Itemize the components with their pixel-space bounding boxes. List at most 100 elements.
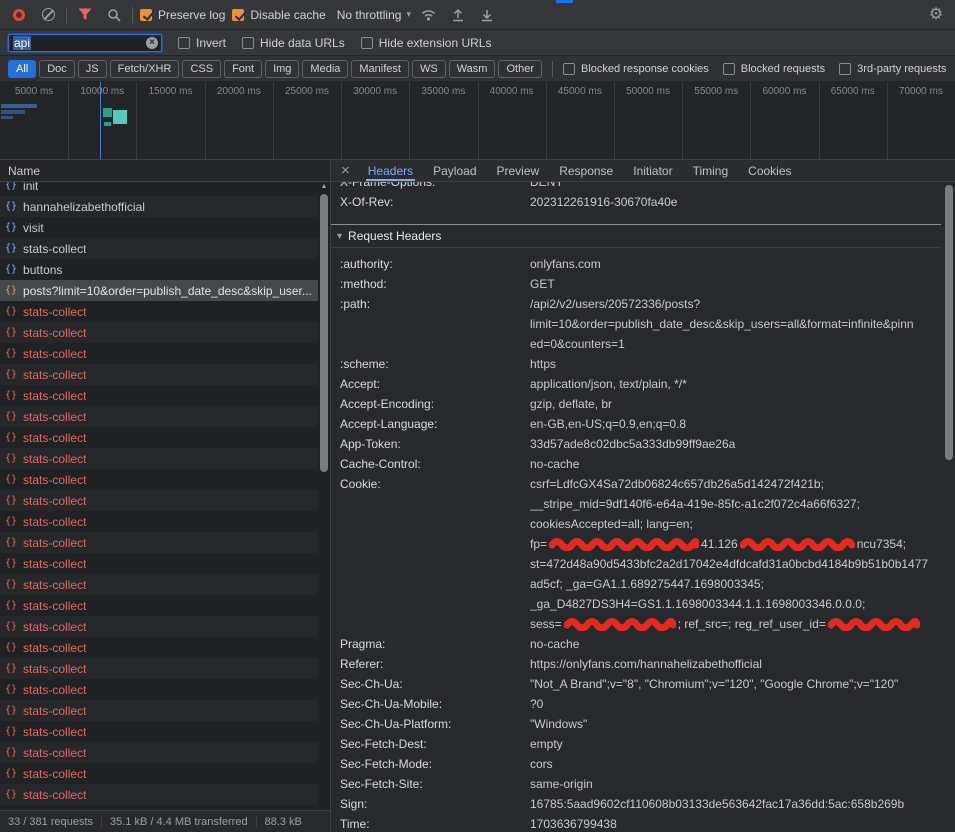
request-row[interactable]: {}hannahelizabethofficial (0, 196, 318, 217)
request-row[interactable]: {}stats-collect (0, 469, 318, 490)
request-row[interactable]: {}stats-collect (0, 238, 318, 259)
request-list-scrollbar[interactable]: ▲ (318, 182, 330, 810)
record-button[interactable] (8, 5, 30, 25)
header-name: Sec-Fetch-Dest: (340, 734, 530, 754)
filter-checkbox-blocked-response-cookies[interactable]: Blocked response cookies (563, 63, 709, 75)
tab-response[interactable]: Response (549, 160, 623, 181)
clear-filter-icon[interactable]: × (146, 37, 158, 49)
scrollbar-thumb[interactable] (945, 185, 953, 460)
header-name: Time: (340, 814, 530, 832)
request-row[interactable]: {}visit (0, 217, 318, 238)
checkbox-icon (242, 37, 254, 49)
filter-input[interactable]: api × (8, 34, 162, 52)
request-row[interactable]: {}stats-collect (0, 364, 318, 385)
request-row[interactable]: {}stats-collect (0, 784, 318, 805)
request-type-icon: {} (5, 453, 17, 464)
type-filter-chip-doc[interactable]: Doc (39, 60, 75, 78)
request-row[interactable]: {}stats-collect (0, 490, 318, 511)
name-column-header[interactable]: Name (0, 160, 330, 182)
clear-button[interactable] (37, 5, 59, 25)
request-row[interactable]: {}stats-collect (0, 700, 318, 721)
network-conditions-button[interactable] (418, 5, 440, 25)
throttling-select[interactable]: No throttling ▾ (337, 8, 411, 22)
request-row[interactable]: {}stats-collect (0, 553, 318, 574)
request-row[interactable]: {}stats-collect (0, 301, 318, 322)
header-value-text: _ga_D4827DS3H4=GS1.1.1698003344.1.1.1698… (530, 597, 865, 611)
type-filter-chip-other[interactable]: Other (498, 60, 542, 78)
request-row[interactable]: {}stats-collect (0, 343, 318, 364)
request-row[interactable]: {}stats-collect (0, 406, 318, 427)
request-row[interactable]: {}stats-collect (0, 532, 318, 553)
tab-strip: HeadersPayloadPreviewResponseInitiatorTi… (358, 160, 802, 181)
close-details-button[interactable]: × (333, 162, 358, 179)
type-filter-chip-all[interactable]: All (8, 60, 36, 78)
request-row[interactable]: {}stats-collect (0, 763, 318, 784)
filter-checkbox-blocked-requests[interactable]: Blocked requests (723, 63, 825, 75)
request-row[interactable]: {}stats-collect (0, 637, 318, 658)
request-name: stats-collect (23, 473, 86, 487)
checkbox-checked-icon (140, 9, 152, 21)
header-value-text: application/json, text/plain, */* (530, 377, 687, 391)
type-filter-chip-fetch-xhr[interactable]: Fetch/XHR (110, 60, 180, 78)
type-filter-chip-font[interactable]: Font (224, 60, 262, 78)
type-filter-chip-manifest[interactable]: Manifest (351, 60, 409, 78)
header-value-line: "Windows" (530, 714, 941, 734)
request-row[interactable]: {}stats-collect (0, 322, 318, 343)
tab-preview[interactable]: Preview (487, 160, 550, 181)
tab-initiator[interactable]: Initiator (623, 160, 682, 181)
type-filter-chip-img[interactable]: Img (265, 60, 299, 78)
request-row[interactable]: {}stats-collect (0, 595, 318, 616)
request-row[interactable]: {}stats-collect (0, 511, 318, 532)
hide-extension-urls-checkbox[interactable]: Hide extension URLs (361, 36, 492, 50)
header-row: Time:1703636799438 (331, 814, 941, 832)
request-row[interactable]: {}posts?limit=10&order=publish_date_desc… (0, 280, 318, 301)
scrollbar-thumb[interactable] (320, 194, 328, 472)
request-row[interactable]: {}stats-collect (0, 658, 318, 679)
request-row[interactable]: {}stats-collect (0, 721, 318, 742)
type-filter-chip-media[interactable]: Media (302, 60, 348, 78)
disable-cache-checkbox[interactable]: Disable cache (232, 8, 325, 22)
request-row[interactable]: {}init (0, 182, 318, 196)
timeline-overview[interactable]: 5000 ms10000 ms15000 ms20000 ms25000 ms3… (0, 82, 955, 160)
filter-checkbox-3rd-party-requests[interactable]: 3rd-party requests (839, 63, 946, 75)
header-value-text: ?0 (530, 697, 543, 711)
type-filter-chip-wasm[interactable]: Wasm (449, 60, 496, 78)
details-tabbar: × HeadersPayloadPreviewResponseInitiator… (331, 160, 955, 182)
hide-data-urls-checkbox[interactable]: Hide data URLs (242, 36, 345, 50)
record-icon (13, 9, 25, 21)
details-scrollbar[interactable] (943, 182, 955, 832)
request-row[interactable]: {}stats-collect (0, 679, 318, 700)
header-value-line: sess=; ref_src=; reg_ref_user_id= (530, 614, 941, 634)
tab-headers[interactable]: Headers (358, 160, 423, 181)
header-value-line: 33d57ade8c02dbc5a333db99ff9ae26a (530, 434, 941, 454)
request-name: stats-collect (23, 326, 86, 340)
header-value-line: empty (530, 734, 941, 754)
tab-cookies[interactable]: Cookies (738, 160, 801, 181)
request-row[interactable]: {}stats-collect (0, 616, 318, 637)
filter-toggle-button[interactable] (74, 5, 96, 25)
tab-payload[interactable]: Payload (423, 160, 486, 181)
import-har-button[interactable] (447, 5, 469, 25)
settings-button[interactable]: ⚙ (925, 5, 947, 25)
search-button[interactable] (103, 5, 125, 25)
header-value-text: sess= (530, 617, 562, 631)
request-row[interactable]: {}stats-collect (0, 742, 318, 763)
type-filter-chip-css[interactable]: CSS (182, 60, 221, 78)
invert-checkbox[interactable]: Invert (178, 36, 226, 50)
request-row[interactable]: {}stats-collect (0, 448, 318, 469)
disable-cache-label: Disable cache (250, 8, 325, 22)
header-name: Sec-Ch-Ua: (340, 674, 530, 694)
tab-timing[interactable]: Timing (683, 160, 739, 181)
timeline-activity-bar (104, 122, 111, 126)
request-row[interactable]: {}stats-collect (0, 385, 318, 406)
request-row[interactable]: {}stats-collect (0, 574, 318, 595)
request-row[interactable]: {}stats-collect (0, 427, 318, 448)
focus-indicator (556, 0, 573, 3)
type-filter-chip-js[interactable]: JS (78, 60, 107, 78)
request-row[interactable]: {}buttons (0, 259, 318, 280)
export-har-button[interactable] (476, 5, 498, 25)
type-filter-chip-ws[interactable]: WS (412, 60, 446, 78)
request-headers-section-header[interactable]: ▾Request Headers (331, 224, 941, 248)
header-name: Cookie: (340, 474, 530, 494)
preserve-log-checkbox[interactable]: Preserve log (140, 8, 225, 22)
